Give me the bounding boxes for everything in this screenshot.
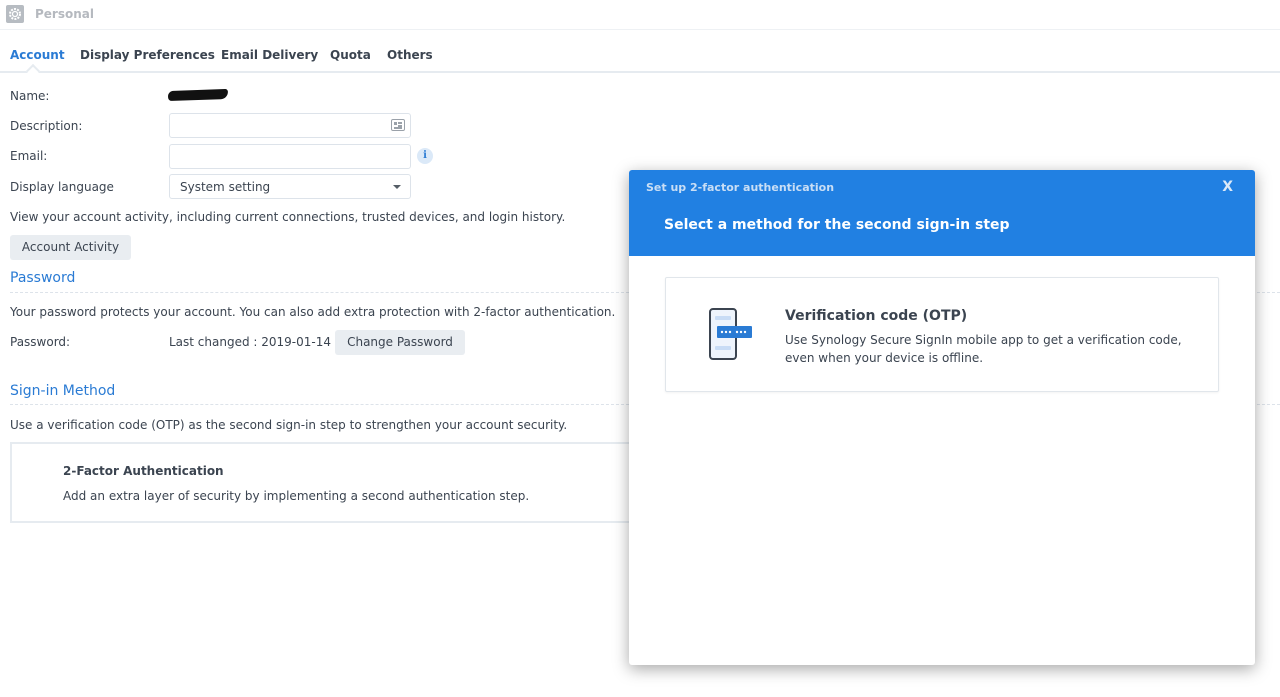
- name-value-redacted: [167, 88, 229, 102]
- email-field[interactable]: [169, 144, 411, 169]
- account-activity-text: View your account activity, including cu…: [10, 210, 566, 224]
- account-activity-button[interactable]: Account Activity: [10, 235, 131, 260]
- password-section-title: Password: [10, 270, 76, 286]
- display-language-select[interactable]: System setting: [169, 174, 411, 199]
- dialog-title: Set up 2-factor authentication: [646, 181, 835, 194]
- signin-description: Use a verification code (OTP) as the sec…: [10, 418, 568, 432]
- method-option-otp[interactable]: Verification code (OTP) Use Synology Sec…: [665, 277, 1219, 392]
- settings-gear-icon: [6, 5, 24, 23]
- method-description: Use Synology Secure SignIn mobile app to…: [785, 333, 1182, 365]
- password-description: Your password protects your account. You…: [10, 305, 616, 319]
- window-titlebar: Personal: [0, 0, 1280, 30]
- tab-others[interactable]: Others: [387, 48, 433, 62]
- tab-bar: Account Display Preferences Email Delive…: [0, 40, 1280, 79]
- info-icon[interactable]: i: [417, 148, 433, 164]
- active-tab-indicator: [25, 63, 41, 79]
- id-card-icon[interactable]: [391, 119, 405, 131]
- tab-account[interactable]: Account: [10, 48, 65, 62]
- display-language-value: System setting: [180, 180, 271, 194]
- signin-method-section-title: Sign-in Method: [10, 383, 116, 399]
- chevron-down-icon: [393, 185, 401, 189]
- close-icon[interactable]: X: [1222, 179, 1233, 195]
- method-title: Verification code (OTP): [785, 308, 968, 324]
- two-factor-auth-card[interactable]: 2-Factor Authentication Add an extra lay…: [10, 442, 640, 523]
- description-label: Description:: [10, 119, 83, 133]
- setup-2fa-dialog: Set up 2-factor authentication X Select …: [629, 170, 1255, 665]
- password-label: Password:: [10, 335, 71, 349]
- tab-quota[interactable]: Quota: [330, 48, 371, 62]
- dialog-heading: Select a method for the second sign-in s…: [664, 217, 1010, 233]
- tab-email-delivery[interactable]: Email Delivery: [221, 48, 318, 62]
- two-factor-auth-title: 2-Factor Authentication: [63, 464, 224, 478]
- description-field[interactable]: [169, 113, 411, 138]
- password-last-changed: Last changed : 2019-01-14: [169, 335, 331, 349]
- change-password-button[interactable]: Change Password: [335, 330, 465, 355]
- phone-otp-icon: [709, 308, 752, 360]
- two-factor-auth-description: Add an extra layer of security by implem…: [63, 489, 530, 503]
- email-label: Email:: [10, 149, 48, 163]
- name-label: Name:: [10, 89, 50, 103]
- display-language-label: Display language: [10, 180, 114, 194]
- dialog-header: Set up 2-factor authentication X Select …: [629, 170, 1255, 256]
- tab-display-preferences[interactable]: Display Preferences: [80, 48, 215, 62]
- window-title: Personal: [35, 7, 94, 21]
